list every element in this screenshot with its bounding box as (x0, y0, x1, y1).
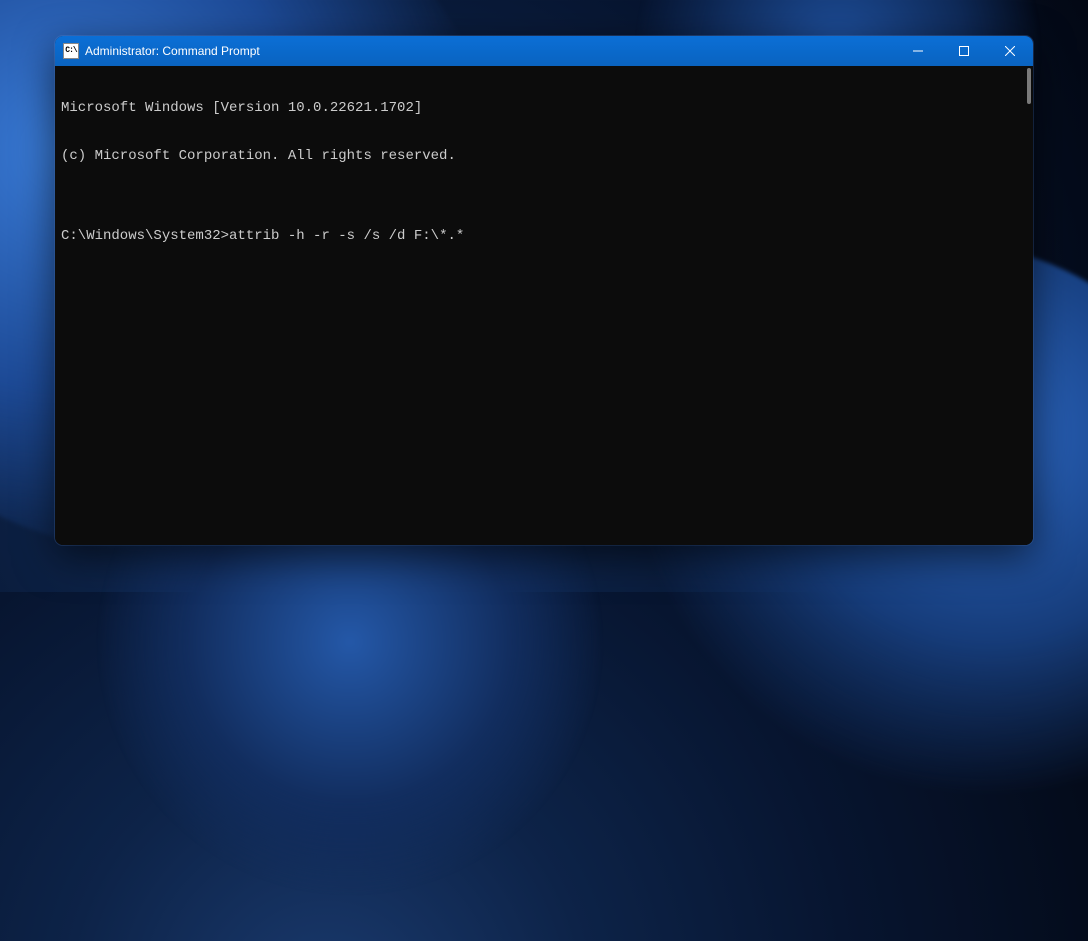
cmd-icon: C:\ (63, 43, 79, 59)
terminal-line: Microsoft Windows [Version 10.0.22621.17… (61, 100, 1027, 116)
prompt-line: C:\Windows\System32>attrib -h -r -s /s /… (61, 228, 1027, 244)
vertical-scrollbar[interactable] (1019, 66, 1033, 545)
maximize-icon (959, 46, 969, 56)
terminal-output[interactable]: Microsoft Windows [Version 10.0.22621.17… (55, 66, 1033, 545)
typed-command: attrib -h -r -s /s /d F:\*.* (229, 228, 464, 244)
prompt-path: C:\Windows\System32> (61, 228, 229, 244)
titlebar[interactable]: C:\ Administrator: Command Prompt (55, 36, 1033, 66)
close-icon (1005, 46, 1015, 56)
terminal-line: (c) Microsoft Corporation. All rights re… (61, 148, 1027, 164)
window-title: Administrator: Command Prompt (85, 44, 260, 58)
scrollbar-thumb[interactable] (1027, 68, 1031, 104)
minimize-button[interactable] (895, 36, 941, 66)
minimize-icon (913, 46, 923, 56)
command-prompt-window: C:\ Administrator: Command Prompt (55, 36, 1033, 545)
window-controls (895, 36, 1033, 66)
maximize-button[interactable] (941, 36, 987, 66)
close-button[interactable] (987, 36, 1033, 66)
